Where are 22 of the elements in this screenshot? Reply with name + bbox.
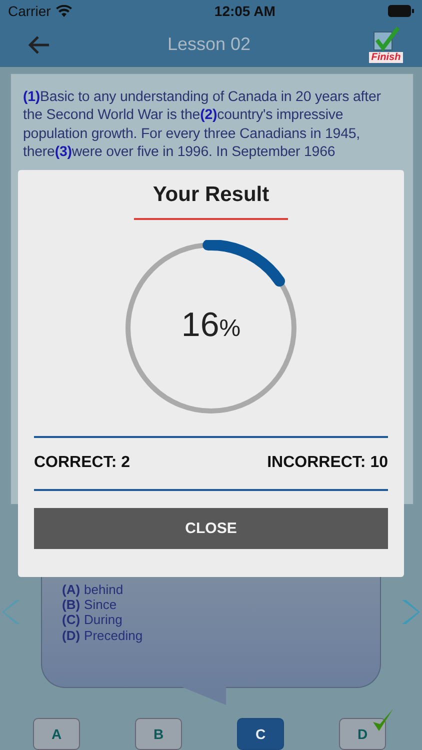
answer-button[interactable]: B <box>135 718 182 750</box>
dialog-title: Your Result <box>152 182 270 208</box>
screen-title: Lesson 02 <box>167 34 251 55</box>
carrier-label: Carrier <box>8 3 51 19</box>
status-time: 12:05 AM <box>214 3 276 19</box>
answer-button[interactable]: A <box>33 718 80 750</box>
back-arrow-icon[interactable] <box>28 36 50 54</box>
answer-button[interactable]: D <box>339 718 386 750</box>
passage-text: (1)Basic to any understanding of Canada in 20 years after the Second World War is the(2)country's impressive population growth. For every three Canadians in 1945, there(3)were over five in 1996. In September 1966 <box>23 88 382 162</box>
answer-option: (C) During <box>62 612 380 628</box>
battery-icon <box>388 5 414 17</box>
percent-text: 16% <box>180 306 242 345</box>
incorrect-count: INCORRECT: 10 <box>267 454 388 472</box>
answer-option: (A) behind <box>62 582 380 598</box>
checkbox-tick-icon[interactable] <box>372 26 400 52</box>
answer-option: (B) Since <box>62 597 380 612</box>
answer-button[interactable]: C <box>237 718 284 750</box>
correct-count: CORRECT: 2 <box>34 454 130 472</box>
close-button[interactable]: CLOSE <box>34 508 388 549</box>
answer-option: (D) Preceding <box>62 628 380 643</box>
wifi-icon <box>56 5 72 17</box>
finish-label[interactable]: Finish <box>369 52 403 63</box>
